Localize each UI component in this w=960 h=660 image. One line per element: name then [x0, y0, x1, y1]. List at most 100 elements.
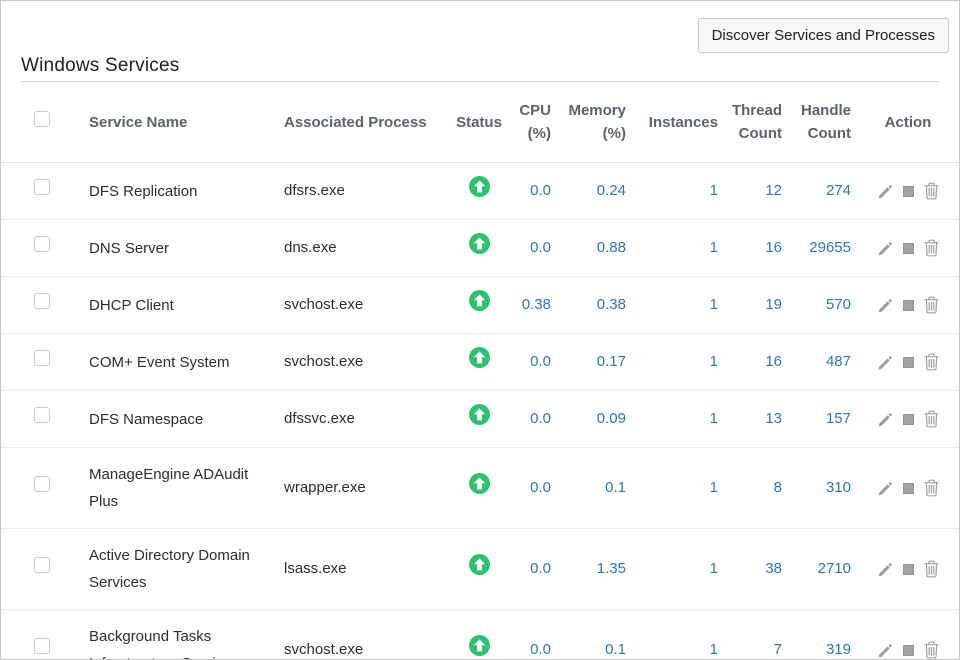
table-row: DNS Server dns.exe 0.0 0.88 1 16 29655: [1, 220, 960, 277]
stop-square-icon[interactable]: [903, 564, 914, 575]
stop-square-icon[interactable]: [903, 300, 914, 311]
status-cell: [451, 448, 507, 529]
table-row: COM+ Event System svchost.exe 0.0 0.17 1…: [1, 334, 960, 391]
cpu-value[interactable]: 0.38: [507, 277, 555, 334]
handle-count-value[interactable]: 319: [786, 610, 855, 660]
handle-count-value[interactable]: 310: [786, 448, 855, 529]
edit-pencil-icon[interactable]: [877, 411, 894, 428]
instances-value[interactable]: 1: [630, 610, 722, 660]
cpu-value[interactable]: 0.0: [507, 334, 555, 391]
memory-value[interactable]: 0.38: [555, 277, 630, 334]
stop-square-icon[interactable]: [903, 357, 914, 368]
thread-count-value[interactable]: 13: [722, 391, 786, 448]
stop-square-icon[interactable]: [903, 243, 914, 254]
delete-trash-icon[interactable]: [923, 641, 940, 659]
row-checkbox[interactable]: [34, 293, 50, 309]
service-name: Active Directory Domain Services: [89, 542, 254, 596]
edit-pencil-icon[interactable]: [877, 642, 894, 659]
stop-square-icon[interactable]: [903, 483, 914, 494]
instances-value[interactable]: 1: [630, 529, 722, 610]
cpu-value[interactable]: 0.0: [507, 163, 555, 220]
service-name-cell: DNS Server: [89, 220, 284, 277]
status-up-icon: [469, 290, 490, 311]
status-up-icon: [469, 473, 490, 494]
handle-count-value[interactable]: 487: [786, 334, 855, 391]
topbar: Discover Services and Processes: [1, 1, 959, 53]
services-table: Service Name Associated Process Status C…: [1, 82, 960, 660]
thread-count-value[interactable]: 16: [722, 220, 786, 277]
discover-services-button[interactable]: Discover Services and Processes: [698, 18, 949, 53]
instances-value[interactable]: 1: [630, 163, 722, 220]
delete-trash-icon[interactable]: [923, 353, 940, 371]
memory-value[interactable]: 0.17: [555, 334, 630, 391]
handle-count-value[interactable]: 157: [786, 391, 855, 448]
instances-value[interactable]: 1: [630, 391, 722, 448]
memory-value[interactable]: 0.09: [555, 391, 630, 448]
cpu-value[interactable]: 0.0: [507, 391, 555, 448]
row-checkbox-cell: [1, 391, 89, 448]
thread-count-value[interactable]: 16: [722, 334, 786, 391]
row-checkbox[interactable]: [34, 350, 50, 366]
column-header-status: Status: [451, 82, 507, 163]
thread-count-value[interactable]: 7: [722, 610, 786, 660]
instances-value[interactable]: 1: [630, 334, 722, 391]
status-cell: [451, 391, 507, 448]
edit-pencil-icon[interactable]: [877, 297, 894, 314]
service-name-cell: DFS Replication: [89, 163, 284, 220]
row-checkbox[interactable]: [34, 179, 50, 195]
memory-value[interactable]: 0.1: [555, 610, 630, 660]
instances-value[interactable]: 1: [630, 277, 722, 334]
memory-value[interactable]: 0.24: [555, 163, 630, 220]
delete-trash-icon[interactable]: [923, 560, 940, 578]
row-checkbox[interactable]: [34, 236, 50, 252]
row-checkbox-cell: [1, 610, 89, 660]
instances-value[interactable]: 1: [630, 220, 722, 277]
memory-value[interactable]: 1.35: [555, 529, 630, 610]
row-checkbox[interactable]: [34, 557, 50, 573]
cpu-value[interactable]: 0.0: [507, 448, 555, 529]
stop-square-icon[interactable]: [903, 414, 914, 425]
handle-count-value[interactable]: 29655: [786, 220, 855, 277]
edit-pencil-icon[interactable]: [877, 561, 894, 578]
associated-process: lsass.exe: [284, 529, 451, 610]
stop-square-icon[interactable]: [903, 186, 914, 197]
service-name: Background Tasks Infrastructure Service: [89, 623, 254, 660]
edit-pencil-icon[interactable]: [877, 240, 894, 257]
thread-count-value[interactable]: 38: [722, 529, 786, 610]
delete-trash-icon[interactable]: [923, 479, 940, 497]
row-checkbox[interactable]: [34, 638, 50, 654]
edit-pencil-icon[interactable]: [877, 183, 894, 200]
status-up-icon: [469, 554, 490, 575]
cpu-value[interactable]: 0.0: [507, 529, 555, 610]
memory-value[interactable]: 0.88: [555, 220, 630, 277]
handle-count-value[interactable]: 570: [786, 277, 855, 334]
service-name-cell: DHCP Client: [89, 277, 284, 334]
select-all-checkbox[interactable]: [34, 111, 50, 127]
thread-count-value[interactable]: 12: [722, 163, 786, 220]
thread-count-value[interactable]: 8: [722, 448, 786, 529]
stop-square-icon[interactable]: [903, 645, 914, 656]
cpu-value[interactable]: 0.0: [507, 220, 555, 277]
row-checkbox-cell: [1, 277, 89, 334]
delete-trash-icon[interactable]: [923, 296, 940, 314]
memory-value[interactable]: 0.1: [555, 448, 630, 529]
delete-trash-icon[interactable]: [923, 182, 940, 200]
delete-trash-icon[interactable]: [923, 410, 940, 428]
handle-count-value[interactable]: 2710: [786, 529, 855, 610]
handle-count-value[interactable]: 274: [786, 163, 855, 220]
column-header-thread-count: Thread Count: [722, 82, 786, 163]
edit-pencil-icon[interactable]: [877, 354, 894, 371]
instances-value[interactable]: 1: [630, 448, 722, 529]
associated-process: wrapper.exe: [284, 448, 451, 529]
associated-process: dns.exe: [284, 220, 451, 277]
status-up-icon: [469, 404, 490, 425]
associated-process: dfssvc.exe: [284, 391, 451, 448]
delete-trash-icon[interactable]: [923, 239, 940, 257]
status-cell: [451, 610, 507, 660]
row-checkbox[interactable]: [34, 407, 50, 423]
cpu-value[interactable]: 0.0: [507, 610, 555, 660]
row-checkbox[interactable]: [34, 476, 50, 492]
associated-process: dfsrs.exe: [284, 163, 451, 220]
thread-count-value[interactable]: 19: [722, 277, 786, 334]
edit-pencil-icon[interactable]: [877, 480, 894, 497]
